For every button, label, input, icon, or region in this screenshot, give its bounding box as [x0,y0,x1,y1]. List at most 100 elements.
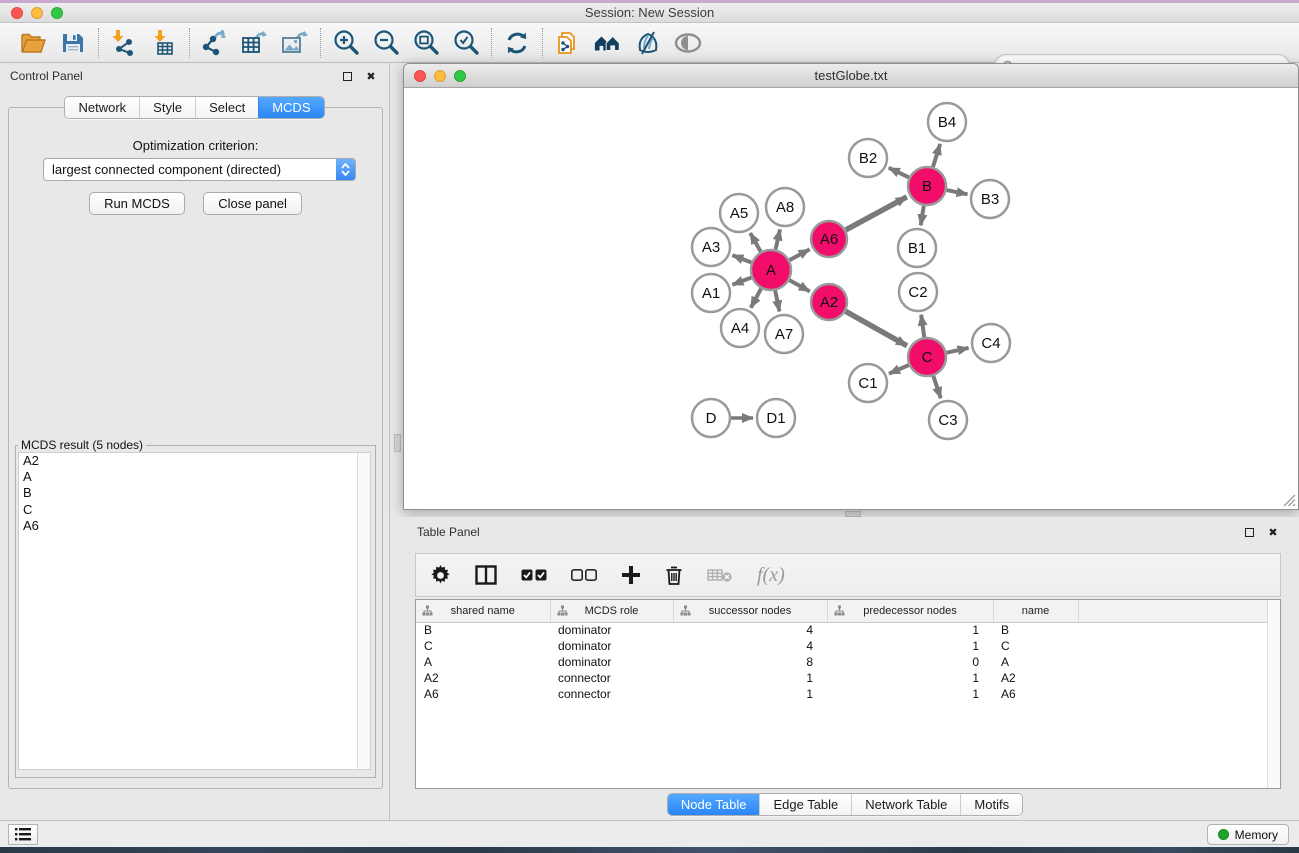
select-all-columns-icon[interactable] [521,562,547,588]
edge-A-A7[interactable] [775,291,779,312]
deselect-all-columns-icon[interactable] [571,562,597,588]
table-cell[interactable]: 1 [673,686,827,702]
export-image-icon[interactable] [280,28,310,58]
table-cell[interactable]: 1 [827,686,993,702]
vertical-split-handle[interactable] [394,434,401,452]
zoom-out-icon[interactable] [371,28,401,58]
edge-C-C4[interactable] [947,348,969,353]
node-A4[interactable]: A4 [721,309,759,347]
node-A6[interactable]: A6 [811,221,847,257]
node-C3[interactable]: C3 [929,401,967,439]
node-A1[interactable]: A1 [692,274,730,312]
graphics-details-icon[interactable] [633,28,663,58]
zoom-fit-icon[interactable] [411,28,441,58]
task-history-button[interactable] [8,824,38,845]
zoom-selected-icon[interactable] [451,28,481,58]
edge-B-B3[interactable] [947,190,968,194]
table-cell[interactable]: dominator [550,638,673,654]
edge-A-A3[interactable] [732,255,751,262]
edge-A-A2[interactable] [789,280,809,291]
table-cell[interactable]: connector [550,686,673,702]
node-B4[interactable]: B4 [928,103,966,141]
table-cell[interactable]: A2 [416,670,550,686]
table-row[interactable]: Cdominator41C [416,638,1268,654]
list-scrollbar[interactable] [357,453,370,769]
open-file-icon[interactable] [18,28,48,58]
node-B1[interactable]: B1 [898,229,936,267]
table-cell[interactable]: 4 [673,622,827,638]
node-B[interactable]: B [908,167,946,205]
table-cell[interactable]: A6 [993,686,1078,702]
list-item[interactable]: C [19,502,370,518]
close-panel-icon[interactable]: ✖ [363,68,379,84]
add-column-icon[interactable] [621,562,641,588]
table-cell[interactable]: A [416,654,550,670]
list-item[interactable]: B [19,485,370,501]
close-panel-button[interactable]: Close panel [203,192,302,215]
node-A[interactable]: A [751,250,791,290]
zoom-in-icon[interactable] [331,28,361,58]
table-cell[interactable]: 1 [827,622,993,638]
float-table-panel-icon[interactable] [1241,524,1257,540]
node-D[interactable]: D [692,399,730,437]
show-hide-icon[interactable] [673,28,703,58]
save-session-icon[interactable] [58,28,88,58]
refresh-layout-icon[interactable] [502,28,532,58]
table-cell[interactable]: C [416,638,550,654]
table-scrollbar[interactable] [1267,600,1280,788]
float-panel-icon[interactable] [339,68,355,84]
tab-network-table[interactable]: Network Table [851,794,960,815]
edge-A-A5[interactable] [750,233,760,252]
table-cell[interactable]: dominator [550,622,673,638]
edge-C-C2[interactable] [921,315,924,337]
table-cell[interactable]: A2 [993,670,1078,686]
column-header[interactable]: shared name [416,600,550,622]
table-cell[interactable]: A6 [416,686,550,702]
table-cell[interactable]: 8 [673,654,827,670]
table-row[interactable]: A2connector11A2 [416,670,1268,686]
edge-B-B1[interactable] [921,206,924,226]
node-A2[interactable]: A2 [811,284,847,320]
close-table-panel-icon[interactable]: ✖ [1265,524,1281,540]
export-table-icon[interactable] [240,28,270,58]
table-row[interactable]: Adominator80A [416,654,1268,670]
clone-network-icon[interactable] [553,28,583,58]
table-cell[interactable]: B [993,622,1078,638]
node-A8[interactable]: A8 [766,188,804,226]
tab-select[interactable]: Select [195,97,258,118]
edge-C-C1[interactable] [889,365,909,374]
first-neighbors-icon[interactable] [593,28,623,58]
list-item[interactable]: A6 [19,518,370,534]
node-B3[interactable]: B3 [971,180,1009,218]
network-window-titlebar[interactable]: testGlobe.txt [404,64,1298,88]
tab-node-table[interactable]: Node Table [668,794,760,815]
export-network-icon[interactable] [200,28,230,58]
tab-motifs[interactable]: Motifs [960,794,1022,815]
optimization-select[interactable]: largest connected component (directed) [43,158,356,181]
node-A3[interactable]: A3 [692,228,730,266]
tab-edge-table[interactable]: Edge Table [759,794,851,815]
edge-A-A4[interactable] [751,289,761,308]
table-cell[interactable]: 1 [673,670,827,686]
node-B2[interactable]: B2 [849,139,887,177]
column-view-icon[interactable] [475,562,497,588]
delete-column-icon[interactable] [665,562,683,588]
tab-mcds[interactable]: MCDS [258,97,323,118]
edge-A-A6[interactable] [790,249,810,260]
node-D1[interactable]: D1 [757,399,795,437]
node-C1[interactable]: C1 [849,364,887,402]
edge-A-A8[interactable] [776,229,780,249]
edge-C-C3[interactable] [933,376,940,398]
edge-A-A1[interactable] [732,278,751,285]
table-cell[interactable]: 4 [673,638,827,654]
list-item[interactable]: A2 [19,453,370,469]
column-header[interactable]: name [993,600,1078,622]
network-window[interactable]: testGlobe.txt B4B2BB3B1A5A8A6A3AA1A2C2A4… [403,63,1299,510]
network-canvas[interactable]: B4B2BB3B1A5A8A6A3AA1A2C2A4A7CC4C1C3DD1 [404,88,1298,509]
import-network-icon[interactable] [109,28,139,58]
table-cell[interactable]: connector [550,670,673,686]
node-C4[interactable]: C4 [972,324,1010,362]
column-header[interactable]: MCDS role [550,600,673,622]
run-mcds-button[interactable]: Run MCDS [89,192,185,215]
memory-button[interactable]: Memory [1207,824,1289,845]
